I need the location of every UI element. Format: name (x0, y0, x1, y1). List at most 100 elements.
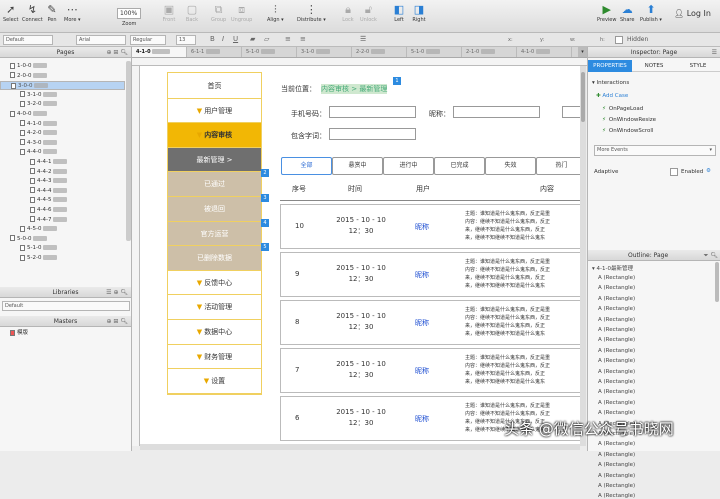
page-tree-item[interactable]: 5-0-0 (0, 235, 125, 244)
connect-button[interactable]: ↯ Connect (22, 3, 43, 23)
page-tree-item[interactable]: 3-2-0 (0, 100, 125, 109)
tab-page[interactable]: 2-2-0 (352, 47, 407, 57)
page-tree-item[interactable]: 4-3-0 (0, 139, 125, 148)
page-tree-item[interactable]: 1-0-0 (0, 62, 125, 71)
page-tree-item[interactable]: 4-4-5 (0, 196, 125, 205)
share-button[interactable]: ☁ Share (620, 3, 634, 23)
tab-notes[interactable]: NOTES (632, 60, 676, 72)
pen-button[interactable]: ✎ Pen (45, 3, 59, 23)
font-select[interactable]: Arial (76, 35, 126, 45)
event-onwindowscroll[interactable]: ⚡︎ OnWindowScroll (602, 128, 653, 134)
outline-item[interactable]: A (Rectangle) (598, 379, 635, 385)
outline-item[interactable]: A (Rectangle) (598, 358, 635, 364)
outline-item[interactable]: A (Rectangle) (598, 369, 635, 375)
outline-item[interactable]: A (Rectangle) (598, 389, 635, 395)
align-center-icon[interactable]: ≡ (300, 35, 306, 43)
tab-page[interactable]: 3-1-0 (297, 47, 352, 57)
tab-page[interactable]: 6-1-1 (187, 47, 242, 57)
row-user-link[interactable]: 昵称 (415, 414, 429, 424)
page-tree-item[interactable]: 4-5-0 (0, 225, 125, 234)
line-color-icon[interactable]: ▱ (264, 35, 269, 43)
outline-item[interactable]: A (Rectangle) (598, 483, 635, 489)
tab-page[interactable]: 4-1-0 (132, 47, 187, 57)
outline-filter-icon[interactable]: ⏷ 🔍︎ (704, 250, 718, 261)
menu-item[interactable]: 最新管理 > (168, 147, 261, 172)
group-button[interactable]: ⧉ Group (211, 3, 226, 23)
outline-item[interactable]: A (Rectangle) (598, 473, 635, 479)
page-tree-item[interactable]: 2-0-0 (0, 72, 125, 81)
page-tree-item[interactable]: 4-4-3 (0, 177, 125, 186)
menu-item[interactable]: 首页 (168, 74, 261, 98)
menu-item[interactable]: 被退回 (168, 197, 261, 221)
menu-item[interactable]: ▼ 活动管理 (168, 295, 261, 320)
outline-item[interactable]: A (Rectangle) (598, 327, 635, 333)
filter-expired-button[interactable]: 失效 (485, 157, 536, 175)
outline-item[interactable]: A (Rectangle) (598, 400, 635, 406)
menu-item[interactable]: 官方运营 (168, 221, 261, 246)
tab-page[interactable]: 4-1-0 (517, 47, 572, 57)
style-select[interactable]: Default (3, 35, 53, 45)
add-master-icon[interactable]: ⊕ ⊞ 🔍︎ (107, 316, 129, 327)
fill-color-icon[interactable]: ▰ (250, 35, 255, 43)
publish-button[interactable]: ⬆ Publish ▾ (640, 3, 662, 23)
font-weight-select[interactable]: Regular (130, 35, 166, 45)
menu-item[interactable]: ▼ 设置 (168, 369, 261, 394)
outline-item[interactable]: A (Rectangle) (598, 275, 635, 281)
table-row[interactable]: 7 2015 - 10 - 10 12：30 昵称 主题：谁知道是什么鬼东西，反正是重内… (280, 348, 586, 393)
menu-item[interactable]: 已删除数据 (168, 246, 261, 271)
canvas-horizontal-scrollbar[interactable] (140, 444, 580, 450)
distribute-button[interactable]: ⋮ Distribute ▾ (297, 3, 326, 23)
bullet-icon[interactable]: ☰ (360, 35, 366, 43)
outline-item[interactable]: A (Rectangle) (598, 410, 635, 416)
row-user-link[interactable]: 昵称 (415, 318, 429, 328)
unlock-button[interactable]: 🔓︎ Unlock (360, 3, 377, 23)
design-canvas[interactable]: 首页 ▼ 用户管理 ▼ 内容审核 最新管理 > 已通过 2 被退回 3 官方运营 4 已删除数据 5 ▼ 反馈… (140, 66, 586, 446)
library-select[interactable]: Default (2, 301, 130, 311)
tab-menu-icon[interactable]: ▾ (578, 47, 587, 57)
page-tree-item[interactable]: 5-1-0 (0, 244, 125, 253)
menu-item[interactable]: ▼ 内容审核 (168, 123, 261, 148)
tab-style[interactable]: STYLE (676, 60, 720, 72)
login-button[interactable]: 👤︎ Log In (674, 9, 711, 18)
page-tree-item[interactable]: 4-4-4 (0, 187, 125, 196)
more-button[interactable]: ⋯ More ▾ (64, 3, 81, 23)
filter-in-progress-button[interactable]: 进行中 (383, 157, 434, 175)
nickname-input[interactable] (453, 106, 540, 118)
page-tree-item[interactable]: 4-4-6 (0, 206, 125, 215)
bold-icon[interactable]: B (210, 35, 215, 43)
event-onwindowresize[interactable]: ⚡︎ OnWindowResize (602, 117, 656, 123)
front-button[interactable]: ▣ Front (162, 3, 176, 23)
row-user-link[interactable]: 昵称 (415, 222, 429, 232)
adaptive-enabled-checkbox[interactable] (670, 168, 678, 176)
zoom-select[interactable]: 100% (117, 8, 141, 19)
outline-item[interactable]: A (Rectangle) (598, 348, 635, 354)
filter-reward-button[interactable]: 悬赏中 (332, 157, 383, 175)
page-tree-item[interactable]: 3-0-0 (0, 81, 125, 91)
event-onpageload[interactable]: ⚡︎ OnPageLoad (602, 106, 643, 112)
page-tree-item[interactable]: 4-4-7 (0, 216, 125, 225)
tab-page[interactable]: 5-1-0 (407, 47, 462, 57)
outline-scrollbar[interactable] (715, 262, 719, 302)
menu-item[interactable]: ▼ 财务管理 (168, 344, 261, 369)
page-tree-item[interactable]: 5-2-0 (0, 254, 125, 263)
menu-item[interactable]: ▼ 用户管理 (168, 98, 261, 123)
page-tree-item[interactable]: 4-1-0 (0, 120, 125, 129)
outline-item[interactable]: A (Rectangle) (598, 462, 635, 468)
keyword-input[interactable] (329, 128, 416, 140)
menu-item[interactable]: 已通过 (168, 172, 261, 197)
add-case-link[interactable]: ✚ Add Case (596, 93, 628, 99)
canvas-vertical-scrollbar[interactable] (580, 66, 586, 446)
outline-item[interactable]: A (Rectangle) (598, 441, 635, 447)
inspector-menu-icon[interactable]: ☰ (712, 47, 717, 58)
outline-item[interactable]: A (Rectangle) (598, 317, 635, 323)
filter-done-button[interactable]: 已完成 (434, 157, 485, 175)
hidden-checkbox[interactable] (615, 36, 623, 44)
menu-item[interactable]: ▼ 数据中心 (168, 320, 261, 344)
align-left-icon[interactable]: ≡ (285, 35, 291, 43)
filter-hot-button[interactable]: 热门 (536, 157, 586, 175)
master-item[interactable]: 模版 (10, 329, 28, 338)
preview-button[interactable]: ▶ Preview (597, 3, 616, 23)
outline-item[interactable]: A (Rectangle) (598, 452, 635, 458)
more-events-select[interactable]: More Events ▾ (594, 145, 716, 156)
page-tree-item[interactable]: 3-1-0 (0, 91, 125, 100)
